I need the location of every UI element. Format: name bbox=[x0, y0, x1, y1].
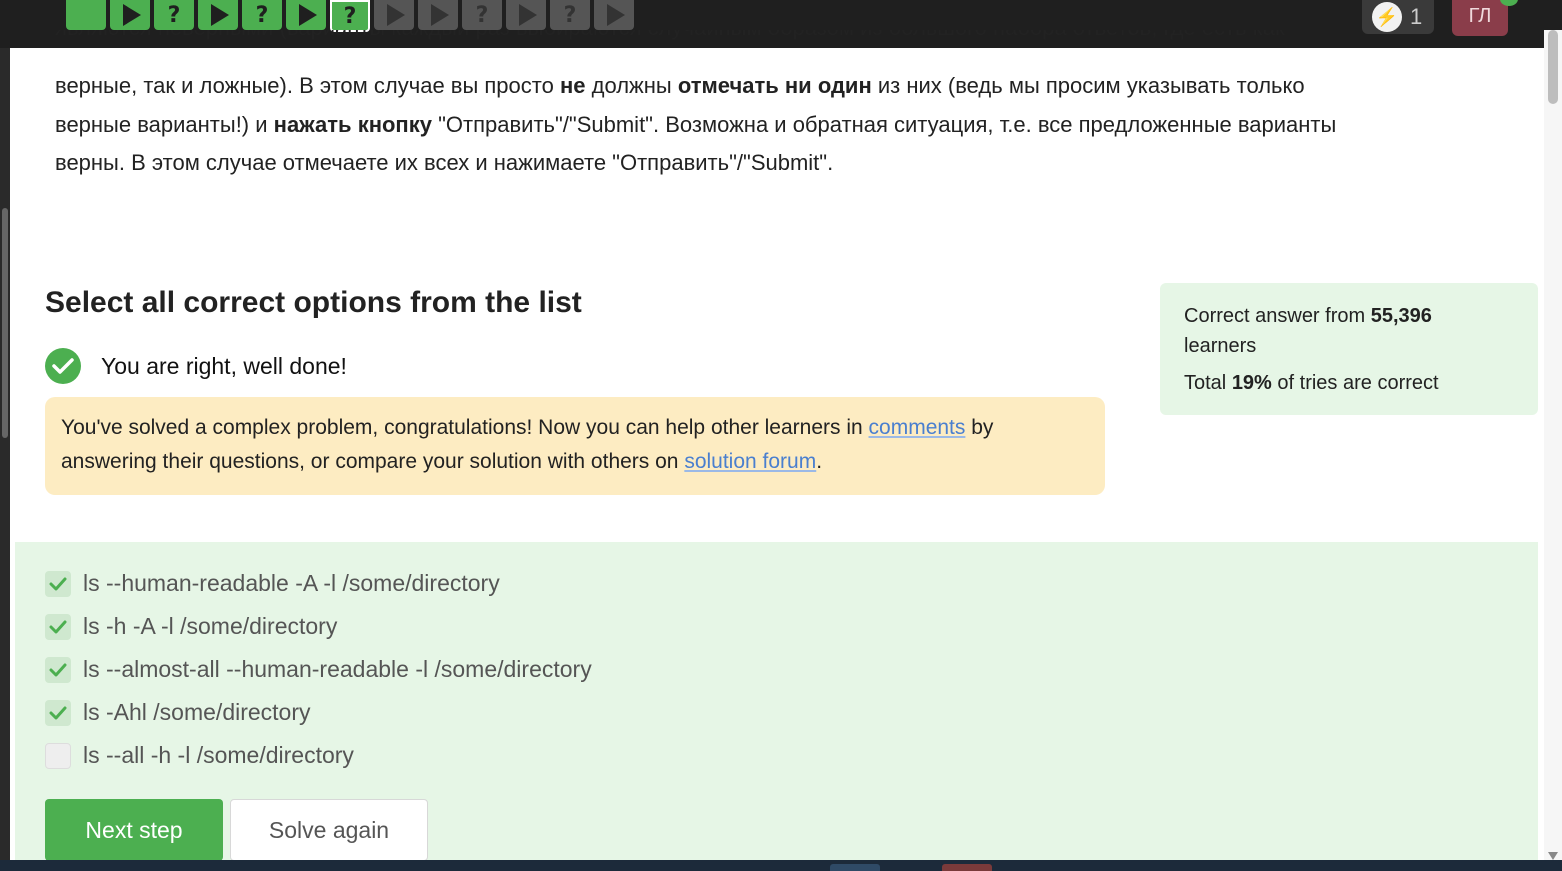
step-2[interactable] bbox=[110, 0, 150, 30]
step-12[interactable]: ? bbox=[550, 0, 590, 30]
step-6[interactable] bbox=[286, 0, 326, 30]
instructions-line: верные варианты!) и нажать кнопку "Отпра… bbox=[55, 111, 1337, 137]
answer-option-label: ls -h -A -l /some/directory bbox=[83, 613, 338, 639]
scrollbar-thumb[interactable] bbox=[1548, 30, 1558, 104]
instructions-line: верны. В этом случае отмечаете их всех и… bbox=[55, 150, 834, 175]
play-icon bbox=[519, 4, 537, 26]
step-11[interactable] bbox=[506, 0, 546, 30]
taskbar-app[interactable] bbox=[942, 864, 992, 871]
instructions-cut-line: являются неверными (варианты каждый раз … bbox=[55, 30, 1285, 48]
answer-option[interactable]: ls -Ahl /some/directory bbox=[45, 699, 311, 726]
congrats-notice: You've solved a complex problem, congrat… bbox=[45, 397, 1105, 495]
step-10[interactable]: ? bbox=[462, 0, 502, 30]
checkmark-icon bbox=[49, 577, 67, 590]
solution-forum-link[interactable]: solution forum bbox=[684, 450, 816, 473]
result-text: You are right, well done! bbox=[101, 352, 347, 379]
answer-option-label: ls -Ahl /some/directory bbox=[83, 699, 311, 725]
lightning-icon: ⚡ bbox=[1372, 2, 1402, 32]
taskbar-app[interactable] bbox=[830, 864, 880, 871]
solve-again-button[interactable]: Solve again bbox=[230, 799, 428, 861]
next-step-button[interactable]: Next step bbox=[45, 799, 223, 861]
play-icon bbox=[299, 4, 317, 26]
step-9[interactable] bbox=[418, 0, 458, 30]
checkbox-checked[interactable] bbox=[45, 613, 71, 640]
stats-learners: Correct answer from 55,396 learners bbox=[1184, 305, 1432, 357]
step-instructions: являются неверными (варианты каждый раз … bbox=[55, 30, 1505, 183]
step-7[interactable]: ? bbox=[330, 0, 370, 32]
answer-option[interactable]: ls --human-readable -A -l /some/director… bbox=[45, 570, 500, 597]
play-icon bbox=[211, 4, 229, 26]
step-navigation: ????? bbox=[66, 0, 634, 32]
energy-count: 1 bbox=[1410, 4, 1423, 29]
checkmark-icon bbox=[49, 663, 67, 676]
options-panel: ls --human-readable -A -l /some/director… bbox=[15, 542, 1538, 862]
energy-counter[interactable]: ⚡ 1 bbox=[1362, 0, 1434, 34]
play-icon bbox=[123, 4, 141, 26]
step-5[interactable]: ? bbox=[242, 0, 282, 30]
answer-option-label: ls --all -h -l /some/directory bbox=[83, 742, 354, 768]
step-3[interactable]: ? bbox=[154, 0, 194, 30]
checkbox-unchecked[interactable] bbox=[45, 742, 71, 769]
step-8[interactable] bbox=[374, 0, 414, 30]
result-row: You are right, well done! bbox=[45, 348, 347, 384]
left-scroll-handle[interactable] bbox=[2, 208, 8, 438]
comments-link[interactable]: comments bbox=[869, 416, 966, 439]
question-icon: ? bbox=[343, 3, 357, 29]
play-icon bbox=[431, 4, 449, 26]
stats-total: Total 19% of tries are correct bbox=[1184, 372, 1439, 394]
left-panel-edge bbox=[0, 48, 10, 860]
answer-option[interactable]: ls --all -h -l /some/directory bbox=[45, 742, 354, 769]
step-13[interactable] bbox=[594, 0, 634, 30]
step-4[interactable] bbox=[198, 0, 238, 30]
taskbar bbox=[0, 860, 1562, 871]
checkbox-checked[interactable] bbox=[45, 699, 71, 726]
checkmark-icon bbox=[49, 706, 67, 719]
question-icon: ? bbox=[167, 2, 181, 28]
question-icon: ? bbox=[563, 2, 577, 28]
answer-option-label: ls --human-readable -A -l /some/director… bbox=[83, 570, 500, 596]
checkbox-checked[interactable] bbox=[45, 656, 71, 683]
question-icon: ? bbox=[475, 2, 489, 28]
scroll-down-arrow-icon[interactable] bbox=[1548, 852, 1558, 860]
answer-option-label: ls --almost-all --human-readable -l /som… bbox=[83, 656, 592, 682]
stats-card: Correct answer from 55,396 learners Tota… bbox=[1160, 283, 1538, 415]
page-scrollbar[interactable] bbox=[1544, 30, 1562, 860]
answer-option[interactable]: ls -h -A -l /some/directory bbox=[45, 613, 337, 640]
step-1[interactable] bbox=[66, 0, 106, 30]
quiz-title: Select all correct options from the list bbox=[45, 286, 582, 319]
play-icon bbox=[387, 4, 405, 26]
checkbox-checked[interactable] bbox=[45, 570, 71, 597]
play-icon bbox=[607, 4, 625, 26]
success-check-icon bbox=[45, 348, 81, 384]
question-icon: ? bbox=[255, 2, 269, 28]
answer-option[interactable]: ls --almost-all --human-readable -l /som… bbox=[45, 656, 592, 683]
instructions-line: верные, так и ложные). В этом случае вы … bbox=[55, 73, 1305, 98]
checkmark-icon bbox=[49, 620, 67, 633]
